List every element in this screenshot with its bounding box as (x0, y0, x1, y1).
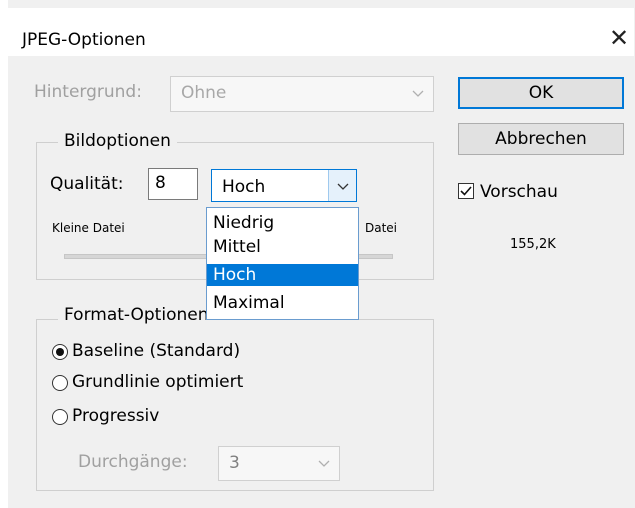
quality-label: Qualität: (50, 174, 124, 194)
chevron-down-icon (412, 90, 424, 97)
left-edge (0, 0, 8, 508)
baseline-label[interactable]: Baseline (Standard) (72, 341, 240, 361)
quality-preset-value: Hoch (222, 177, 266, 197)
dialog-title: JPEG-Optionen (22, 30, 146, 50)
format-options-legend: Format-Optionen (58, 305, 215, 325)
cancel-button[interactable]: Abbrechen (458, 123, 624, 155)
dropdown-option-mittel[interactable]: Mittel (207, 236, 358, 258)
chevron-down-icon (318, 460, 330, 467)
preview-label[interactable]: Vorschau (480, 182, 558, 202)
large-file-label: Datei (365, 221, 398, 235)
ok-button[interactable]: OK (458, 77, 624, 109)
quality-dropdown-list: Niedrig Mittel Hoch Maximal (206, 207, 359, 320)
radio-progressive[interactable] (52, 409, 68, 425)
preview-checkbox[interactable] (458, 183, 474, 199)
quality-preset-select[interactable]: Hoch (211, 169, 357, 202)
background-select: Ohne (170, 76, 434, 112)
title-bar: JPEG-Optionen ✕ (8, 8, 634, 56)
optimized-label[interactable]: Grundlinie optimiert (72, 372, 243, 392)
background-label: Hintergrund: (34, 82, 142, 102)
passes-value: 3 (229, 453, 240, 473)
chevron-down-icon (337, 183, 349, 190)
dropdown-option-hoch[interactable]: Hoch (207, 264, 358, 286)
background-value: Ohne (181, 83, 227, 103)
dropdown-option-niedrig[interactable]: Niedrig (207, 212, 358, 234)
small-file-label: Kleine Datei (52, 221, 125, 235)
close-icon[interactable]: ✕ (609, 26, 629, 50)
checkmark-icon (460, 186, 472, 196)
dropdown-arrow[interactable] (328, 170, 356, 201)
dropdown-option-maximal[interactable]: Maximal (207, 292, 358, 314)
radio-baseline[interactable] (52, 344, 68, 360)
quality-input[interactable]: 8 (148, 168, 198, 200)
passes-label: Durchgänge: (78, 452, 188, 472)
image-options-legend: Bildoptionen (58, 131, 177, 151)
file-size: 155,2K (510, 237, 556, 252)
passes-select: 3 (218, 446, 340, 481)
radio-optimized[interactable] (52, 375, 68, 391)
progressive-label[interactable]: Progressiv (72, 406, 159, 426)
